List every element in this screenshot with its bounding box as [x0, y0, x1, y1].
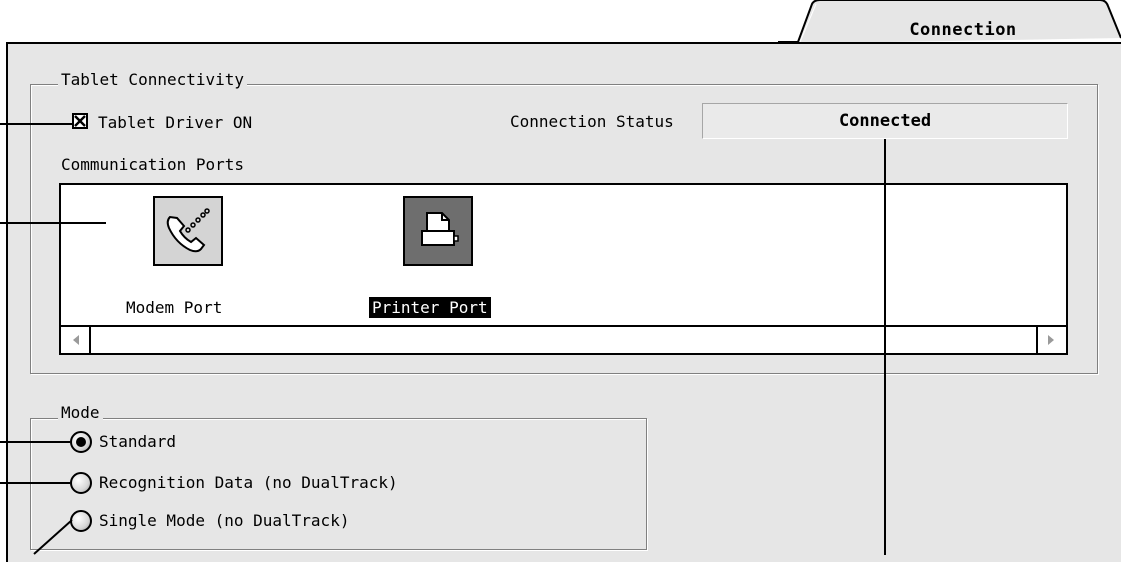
- radio-recognition-data[interactable]: [70, 472, 92, 494]
- printer-port-label[interactable]: Printer Port: [369, 297, 491, 318]
- radio-recognition-data-label[interactable]: Recognition Data (no DualTrack): [99, 473, 398, 492]
- callout-line-standard: [0, 441, 70, 443]
- communication-ports-label: Communication Ports: [61, 155, 245, 174]
- communication-ports-list[interactable]: Modem Port Printer Port: [59, 183, 1068, 355]
- modem-phone-icon[interactable]: [153, 196, 223, 266]
- check-x-icon: [74, 115, 86, 127]
- callout-line-ports: [0, 222, 106, 224]
- list-item-modem-port[interactable]: Modem Port: [109, 191, 269, 321]
- scroll-right-arrow-icon[interactable]: [1038, 327, 1064, 353]
- modem-port-label[interactable]: Modem Port: [123, 297, 225, 318]
- connection-status-label: Connection Status: [510, 112, 674, 131]
- callout-line-recognition: [0, 482, 70, 484]
- callout-line-single-mode: [33, 519, 73, 555]
- list-item-printer-port[interactable]: Printer Port: [361, 191, 541, 321]
- mode-title: Mode: [58, 403, 103, 422]
- callout-line-checkbox: [0, 123, 72, 125]
- tablet-connectivity-title: Tablet Connectivity: [58, 70, 248, 89]
- connection-status-value: Connected: [702, 103, 1068, 139]
- printer-icon[interactable]: [403, 196, 473, 266]
- radio-standard[interactable]: [70, 431, 92, 453]
- scroll-left-divider: [89, 327, 91, 353]
- radio-standard-label[interactable]: Standard: [99, 432, 176, 451]
- tablet-driver-label[interactable]: Tablet Driver ON: [98, 113, 252, 132]
- radio-selected-dot: [76, 437, 86, 447]
- scroll-left-arrow-icon[interactable]: [63, 327, 89, 353]
- callout-line-status: [884, 139, 886, 555]
- tab-connection[interactable]: Connection: [848, 20, 1078, 40]
- tablet-driver-checkbox[interactable]: [72, 113, 88, 129]
- radio-single-mode-label[interactable]: Single Mode (no DualTrack): [99, 511, 349, 530]
- horizontal-scrollbar[interactable]: [61, 325, 1066, 353]
